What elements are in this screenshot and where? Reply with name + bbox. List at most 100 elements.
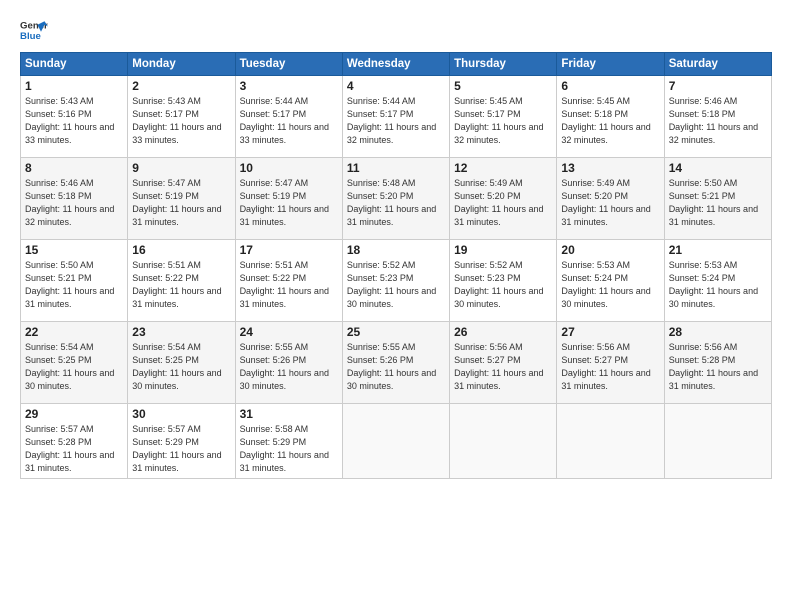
day-info: Sunrise: 5:47 AMSunset: 5:19 PMDaylight:… bbox=[240, 178, 329, 227]
table-row: 31 Sunrise: 5:58 AMSunset: 5:29 PMDaylig… bbox=[235, 404, 342, 479]
day-number: 12 bbox=[454, 161, 552, 175]
table-row: 1 Sunrise: 5:43 AMSunset: 5:16 PMDayligh… bbox=[21, 76, 128, 158]
svg-text:Blue: Blue bbox=[20, 31, 41, 42]
table-row: 2 Sunrise: 5:43 AMSunset: 5:17 PMDayligh… bbox=[128, 76, 235, 158]
day-number: 11 bbox=[347, 161, 445, 175]
day-number: 28 bbox=[669, 325, 767, 339]
day-number: 3 bbox=[240, 79, 338, 93]
day-number: 15 bbox=[25, 243, 123, 257]
table-row: 11 Sunrise: 5:48 AMSunset: 5:20 PMDaylig… bbox=[342, 158, 449, 240]
day-number: 21 bbox=[669, 243, 767, 257]
table-row: 3 Sunrise: 5:44 AMSunset: 5:17 PMDayligh… bbox=[235, 76, 342, 158]
page-header: General Blue bbox=[20, 16, 772, 44]
day-number: 5 bbox=[454, 79, 552, 93]
table-row: 24 Sunrise: 5:55 AMSunset: 5:26 PMDaylig… bbox=[235, 322, 342, 404]
day-number: 16 bbox=[132, 243, 230, 257]
table-row bbox=[664, 404, 771, 479]
day-info: Sunrise: 5:49 AMSunset: 5:20 PMDaylight:… bbox=[561, 178, 650, 227]
day-number: 31 bbox=[240, 407, 338, 421]
day-info: Sunrise: 5:52 AMSunset: 5:23 PMDaylight:… bbox=[454, 260, 543, 309]
table-row: 4 Sunrise: 5:44 AMSunset: 5:17 PMDayligh… bbox=[342, 76, 449, 158]
day-number: 27 bbox=[561, 325, 659, 339]
day-info: Sunrise: 5:49 AMSunset: 5:20 PMDaylight:… bbox=[454, 178, 543, 227]
table-row: 25 Sunrise: 5:55 AMSunset: 5:26 PMDaylig… bbox=[342, 322, 449, 404]
day-info: Sunrise: 5:50 AMSunset: 5:21 PMDaylight:… bbox=[25, 260, 114, 309]
day-info: Sunrise: 5:56 AMSunset: 5:28 PMDaylight:… bbox=[669, 342, 758, 391]
day-info: Sunrise: 5:52 AMSunset: 5:23 PMDaylight:… bbox=[347, 260, 436, 309]
table-row: 20 Sunrise: 5:53 AMSunset: 5:24 PMDaylig… bbox=[557, 240, 664, 322]
day-info: Sunrise: 5:46 AMSunset: 5:18 PMDaylight:… bbox=[25, 178, 114, 227]
day-number: 29 bbox=[25, 407, 123, 421]
weekday-header-row: Sunday Monday Tuesday Wednesday Thursday… bbox=[21, 53, 772, 76]
day-info: Sunrise: 5:54 AMSunset: 5:25 PMDaylight:… bbox=[25, 342, 114, 391]
day-info: Sunrise: 5:44 AMSunset: 5:17 PMDaylight:… bbox=[347, 96, 436, 145]
logo: General Blue bbox=[20, 16, 48, 44]
table-row: 16 Sunrise: 5:51 AMSunset: 5:22 PMDaylig… bbox=[128, 240, 235, 322]
header-wednesday: Wednesday bbox=[342, 53, 449, 76]
header-monday: Monday bbox=[128, 53, 235, 76]
header-sunday: Sunday bbox=[21, 53, 128, 76]
day-number: 13 bbox=[561, 161, 659, 175]
day-number: 22 bbox=[25, 325, 123, 339]
day-info: Sunrise: 5:43 AMSunset: 5:16 PMDaylight:… bbox=[25, 96, 114, 145]
day-number: 24 bbox=[240, 325, 338, 339]
day-info: Sunrise: 5:46 AMSunset: 5:18 PMDaylight:… bbox=[669, 96, 758, 145]
day-number: 10 bbox=[240, 161, 338, 175]
table-row: 19 Sunrise: 5:52 AMSunset: 5:23 PMDaylig… bbox=[450, 240, 557, 322]
day-info: Sunrise: 5:47 AMSunset: 5:19 PMDaylight:… bbox=[132, 178, 221, 227]
day-info: Sunrise: 5:45 AMSunset: 5:17 PMDaylight:… bbox=[454, 96, 543, 145]
day-info: Sunrise: 5:57 AMSunset: 5:29 PMDaylight:… bbox=[132, 424, 221, 473]
day-number: 20 bbox=[561, 243, 659, 257]
day-number: 6 bbox=[561, 79, 659, 93]
calendar-table: Sunday Monday Tuesday Wednesday Thursday… bbox=[20, 52, 772, 479]
table-row: 27 Sunrise: 5:56 AMSunset: 5:27 PMDaylig… bbox=[557, 322, 664, 404]
day-number: 4 bbox=[347, 79, 445, 93]
day-info: Sunrise: 5:56 AMSunset: 5:27 PMDaylight:… bbox=[561, 342, 650, 391]
day-number: 18 bbox=[347, 243, 445, 257]
day-info: Sunrise: 5:48 AMSunset: 5:20 PMDaylight:… bbox=[347, 178, 436, 227]
day-info: Sunrise: 5:43 AMSunset: 5:17 PMDaylight:… bbox=[132, 96, 221, 145]
table-row: 13 Sunrise: 5:49 AMSunset: 5:20 PMDaylig… bbox=[557, 158, 664, 240]
day-number: 19 bbox=[454, 243, 552, 257]
header-tuesday: Tuesday bbox=[235, 53, 342, 76]
table-row: 29 Sunrise: 5:57 AMSunset: 5:28 PMDaylig… bbox=[21, 404, 128, 479]
day-info: Sunrise: 5:58 AMSunset: 5:29 PMDaylight:… bbox=[240, 424, 329, 473]
table-row bbox=[450, 404, 557, 479]
table-row: 5 Sunrise: 5:45 AMSunset: 5:17 PMDayligh… bbox=[450, 76, 557, 158]
table-row: 12 Sunrise: 5:49 AMSunset: 5:20 PMDaylig… bbox=[450, 158, 557, 240]
table-row bbox=[342, 404, 449, 479]
table-row: 10 Sunrise: 5:47 AMSunset: 5:19 PMDaylig… bbox=[235, 158, 342, 240]
day-info: Sunrise: 5:50 AMSunset: 5:21 PMDaylight:… bbox=[669, 178, 758, 227]
table-row: 18 Sunrise: 5:52 AMSunset: 5:23 PMDaylig… bbox=[342, 240, 449, 322]
day-number: 1 bbox=[25, 79, 123, 93]
day-info: Sunrise: 5:56 AMSunset: 5:27 PMDaylight:… bbox=[454, 342, 543, 391]
header-thursday: Thursday bbox=[450, 53, 557, 76]
table-row: 21 Sunrise: 5:53 AMSunset: 5:24 PMDaylig… bbox=[664, 240, 771, 322]
table-row: 6 Sunrise: 5:45 AMSunset: 5:18 PMDayligh… bbox=[557, 76, 664, 158]
table-row bbox=[557, 404, 664, 479]
header-saturday: Saturday bbox=[664, 53, 771, 76]
day-number: 9 bbox=[132, 161, 230, 175]
day-number: 2 bbox=[132, 79, 230, 93]
day-info: Sunrise: 5:51 AMSunset: 5:22 PMDaylight:… bbox=[132, 260, 221, 309]
table-row: 26 Sunrise: 5:56 AMSunset: 5:27 PMDaylig… bbox=[450, 322, 557, 404]
table-row: 15 Sunrise: 5:50 AMSunset: 5:21 PMDaylig… bbox=[21, 240, 128, 322]
day-number: 26 bbox=[454, 325, 552, 339]
day-info: Sunrise: 5:55 AMSunset: 5:26 PMDaylight:… bbox=[240, 342, 329, 391]
day-info: Sunrise: 5:54 AMSunset: 5:25 PMDaylight:… bbox=[132, 342, 221, 391]
header-friday: Friday bbox=[557, 53, 664, 76]
table-row: 8 Sunrise: 5:46 AMSunset: 5:18 PMDayligh… bbox=[21, 158, 128, 240]
day-info: Sunrise: 5:44 AMSunset: 5:17 PMDaylight:… bbox=[240, 96, 329, 145]
day-info: Sunrise: 5:53 AMSunset: 5:24 PMDaylight:… bbox=[561, 260, 650, 309]
table-row: 14 Sunrise: 5:50 AMSunset: 5:21 PMDaylig… bbox=[664, 158, 771, 240]
day-number: 25 bbox=[347, 325, 445, 339]
table-row: 22 Sunrise: 5:54 AMSunset: 5:25 PMDaylig… bbox=[21, 322, 128, 404]
day-number: 7 bbox=[669, 79, 767, 93]
day-info: Sunrise: 5:57 AMSunset: 5:28 PMDaylight:… bbox=[25, 424, 114, 473]
day-info: Sunrise: 5:55 AMSunset: 5:26 PMDaylight:… bbox=[347, 342, 436, 391]
day-info: Sunrise: 5:51 AMSunset: 5:22 PMDaylight:… bbox=[240, 260, 329, 309]
day-number: 17 bbox=[240, 243, 338, 257]
table-row: 28 Sunrise: 5:56 AMSunset: 5:28 PMDaylig… bbox=[664, 322, 771, 404]
day-number: 8 bbox=[25, 161, 123, 175]
table-row: 7 Sunrise: 5:46 AMSunset: 5:18 PMDayligh… bbox=[664, 76, 771, 158]
